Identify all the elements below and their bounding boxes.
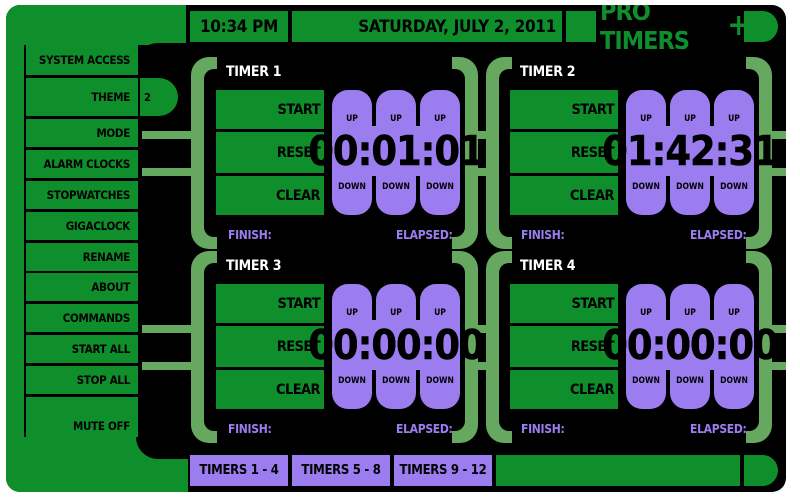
timer-1-start-button[interactable]: START: [216, 90, 324, 129]
sidebar-item-mute[interactable]: MUTE OFF: [26, 397, 138, 437]
timer-4-start-button[interactable]: START: [510, 284, 618, 323]
down-arrow-label[interactable]: DOWN: [714, 182, 754, 192]
timer-2-finish-label: FINISH:: [521, 228, 565, 242]
sidebar-item-commands[interactable]: COMMANDS: [26, 304, 138, 332]
down-arrow-label[interactable]: DOWN: [376, 182, 416, 192]
down-arrow-label[interactable]: DOWN: [626, 182, 666, 192]
up-arrow-label[interactable]: UP: [714, 114, 754, 124]
down-arrow-label[interactable]: DOWN: [714, 376, 754, 386]
timer-1-elapsed-label: ELAPSED:: [396, 228, 453, 242]
down-arrow-label[interactable]: DOWN: [376, 376, 416, 386]
sidebar-item-system-access[interactable]: SYSTEM ACCESS: [26, 45, 138, 75]
timer-4-time-display: 00:00:00: [602, 321, 779, 370]
timer-2-name: TIMER 2: [520, 64, 576, 80]
up-arrow-label[interactable]: UP: [714, 308, 754, 318]
bottom-bar-end-cap: [744, 455, 778, 486]
down-arrow-label[interactable]: DOWN: [670, 376, 710, 386]
up-arrow-label[interactable]: UP: [332, 308, 372, 318]
sidebar-item-gigaclock[interactable]: GIGACLOCK: [26, 212, 138, 240]
left-frame-column: [6, 5, 24, 492]
timer-1-name: TIMER 1: [226, 64, 282, 80]
timer-2-time-display: 01:42:31: [602, 127, 779, 176]
up-arrow-label[interactable]: UP: [376, 308, 416, 318]
up-arrow-label[interactable]: UP: [420, 114, 460, 124]
timer-1-clear-button[interactable]: CLEAR: [216, 176, 324, 215]
header-time: 10:34 PM: [190, 11, 288, 42]
down-arrow-label[interactable]: DOWN: [626, 376, 666, 386]
header-date: SATURDAY, JULY 2, 2011: [292, 11, 562, 42]
timer-3-time-display: 00:00:00: [308, 321, 485, 370]
down-arrow-label[interactable]: DOWN: [670, 182, 710, 192]
header-end-cap: [744, 11, 778, 42]
timer-3-left-connector-top: [142, 325, 194, 333]
timer-1-left-connector-bottom: [142, 168, 194, 176]
up-arrow-label[interactable]: UP: [332, 114, 372, 124]
down-arrow-label[interactable]: DOWN: [420, 376, 460, 386]
timer-2-clear-button[interactable]: CLEAR: [510, 176, 618, 215]
bottom-bar-fill: [496, 455, 740, 486]
timer-1-time-display: 00:01:01: [308, 127, 485, 176]
left-frame-inner-curve: [136, 43, 196, 83]
down-arrow-label[interactable]: DOWN: [420, 182, 460, 192]
sidebar-item-alarm-clocks[interactable]: ALARM CLOCKS: [26, 150, 138, 178]
timer-3-left-connector-bottom: [142, 362, 194, 370]
sidebar-item-start-all[interactable]: START ALL: [26, 335, 138, 363]
sidebar-item-about[interactable]: ABOUT: [26, 273, 138, 301]
timer-2-elapsed-label: ELAPSED:: [690, 228, 747, 242]
up-arrow-label[interactable]: UP: [670, 114, 710, 124]
tab-timers-5-8[interactable]: TIMERS 5 - 8: [292, 455, 390, 486]
tab-timers-1-4[interactable]: TIMERS 1 - 4: [190, 455, 288, 486]
header-title: PRO TIMERS +: [600, 5, 750, 55]
timer-3-finish-label: FINISH:: [228, 422, 272, 436]
theme-value-badge[interactable]: 2: [140, 78, 178, 116]
down-arrow-label[interactable]: DOWN: [332, 182, 372, 192]
timer-2-start-button[interactable]: START: [510, 90, 618, 129]
sidebar-item-stop-all[interactable]: STOP ALL: [26, 366, 138, 394]
sidebar-item-stopwatches[interactable]: STOPWATCHES: [26, 181, 138, 209]
up-arrow-label[interactable]: UP: [670, 308, 710, 318]
up-arrow-label[interactable]: UP: [420, 308, 460, 318]
left-frame-top: [6, 5, 186, 45]
app-title: PRO TIMERS: [600, 5, 690, 55]
theme-value: 2: [144, 90, 151, 104]
timer-4-elapsed-label: ELAPSED:: [690, 422, 747, 436]
tab-timers-9-12[interactable]: TIMERS 9 - 12: [394, 455, 492, 486]
up-arrow-label[interactable]: UP: [626, 308, 666, 318]
timer-3-clear-button[interactable]: CLEAR: [216, 370, 324, 409]
up-arrow-label[interactable]: UP: [376, 114, 416, 124]
timer-3-start-button[interactable]: START: [216, 284, 324, 323]
app-window: 10:34 PM SATURDAY, JULY 2, 2011 PRO TIME…: [6, 5, 786, 492]
left-frame-bottom-curve: [136, 415, 196, 459]
down-arrow-label[interactable]: DOWN: [332, 376, 372, 386]
timer-4-finish-label: FINISH:: [521, 422, 565, 436]
timer-3-elapsed-label: ELAPSED:: [396, 422, 453, 436]
sidebar-item-rename[interactable]: RENAME: [26, 243, 138, 271]
sidebar-item-theme[interactable]: THEME: [26, 78, 138, 116]
timer-4-name: TIMER 4: [520, 258, 576, 274]
timer-4-clear-button[interactable]: CLEAR: [510, 370, 618, 409]
header-spacer: [566, 11, 596, 42]
timer-3-name: TIMER 3: [226, 258, 282, 274]
sidebar-item-mode[interactable]: MODE: [26, 119, 138, 147]
timer-1-left-connector-top: [142, 131, 194, 139]
timer-1-finish-label: FINISH:: [228, 228, 272, 242]
up-arrow-label[interactable]: UP: [626, 114, 666, 124]
